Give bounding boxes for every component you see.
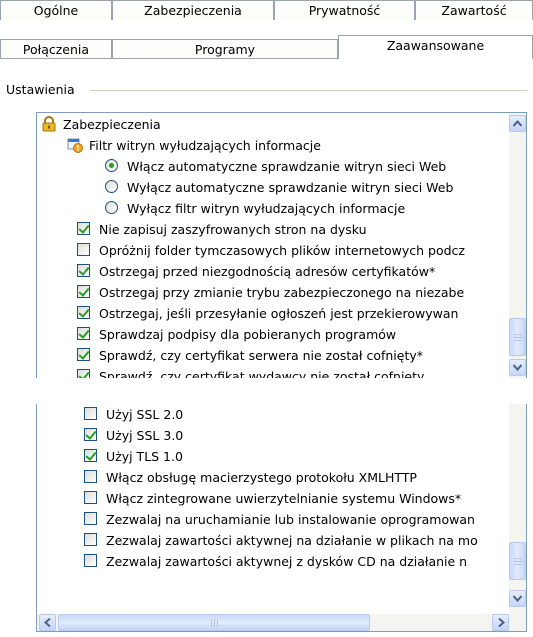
grip-line <box>514 564 522 565</box>
option-label: Użyj SSL 3.0 <box>106 428 184 443</box>
option-label: Zabezpieczenia <box>63 117 161 132</box>
option-label: Zezwalaj zawartości aktywnej z dysków CD… <box>106 554 468 569</box>
checkbox[interactable] <box>77 306 90 319</box>
vertical-scrollbar[interactable] <box>509 404 526 615</box>
radio-button[interactable] <box>105 201 118 214</box>
scroll-right-button[interactable] <box>492 614 509 631</box>
vertical-scrollbar[interactable] <box>509 113 526 378</box>
option-label: Użyj TLS 1.0 <box>106 449 183 464</box>
checkbox[interactable] <box>77 264 90 277</box>
settings-list-top[interactable]: Zabezpieczenia Filtr witryn wyłudzających… <box>36 112 527 378</box>
checkbox[interactable] <box>77 327 90 340</box>
checkbox[interactable] <box>77 243 90 256</box>
option-label: Wyłącz automatyczne sprawdzanie witryn s… <box>127 180 454 195</box>
arrow-right-icon <box>498 618 505 627</box>
option-label: Sprawdź, czy certyfikat wydawcy nie zost… <box>99 369 425 378</box>
checkbox[interactable] <box>77 369 90 378</box>
settings-list-bottom[interactable]: Użyj SSL 2.0 Użyj SSL 3.0 Użyj TLS 1.0 Włąc… <box>36 404 527 632</box>
radio-button[interactable] <box>105 159 118 172</box>
option-label: Filtr witryn wyłudzających informacje <box>89 138 321 153</box>
option-label: Włącz automatyczne sprawdzanie witryn si… <box>127 159 447 174</box>
option-label: Ostrzegaj przy zmianie trybu zabezpieczo… <box>99 285 465 300</box>
checkbox[interactable] <box>84 428 97 441</box>
option-label: Wyłącz filtr witryn wyłudzających inform… <box>127 201 406 216</box>
checkbox[interactable] <box>77 348 90 361</box>
tab-ogolne[interactable]: Ogólne <box>0 0 112 20</box>
grip-line <box>217 619 218 627</box>
grip-line <box>514 558 522 559</box>
radio-button[interactable] <box>105 180 118 193</box>
checkbox[interactable] <box>84 554 97 567</box>
checkbox[interactable] <box>84 470 97 483</box>
option-label: Sprawdzaj podpisy dla pobieranych progra… <box>99 327 397 342</box>
arrow-left-icon <box>44 618 51 627</box>
scroll-corner <box>509 614 526 631</box>
option-label: Opróżnij folder tymczasowych plików inte… <box>99 243 465 258</box>
tab-zaawansowane[interactable]: Zaawansowane <box>338 35 533 59</box>
checkbox[interactable] <box>77 285 90 298</box>
settings-group-label: Ustawienia <box>6 82 81 97</box>
option-label: Zezwalaj na uruchamianie lub instalowani… <box>106 512 475 527</box>
lock-icon <box>41 116 57 132</box>
option-label: Użyj SSL 2.0 <box>106 407 184 422</box>
checkbox[interactable] <box>84 512 97 525</box>
grip-line <box>514 561 522 562</box>
grip-line <box>514 337 522 338</box>
checkbox[interactable] <box>84 449 97 462</box>
option-label: Zezwalaj zawartości aktywnej na działani… <box>106 533 478 548</box>
scroll-up-button[interactable] <box>509 115 526 132</box>
checkbox[interactable] <box>84 491 97 504</box>
option-label: Nie zapisuj zaszyfrowanych stron na dysk… <box>99 222 367 237</box>
checkbox[interactable] <box>84 533 97 546</box>
phishing-filter-icon <box>67 137 83 153</box>
checkbox[interactable] <box>84 407 97 420</box>
scroll-thumb[interactable] <box>509 542 526 580</box>
option-label: Sprawdź, czy certyfikat serwera nie zost… <box>99 348 424 363</box>
arrow-up-icon <box>513 120 522 127</box>
arrow-down-icon <box>513 595 522 602</box>
tab-prywatnosc[interactable]: Prywatność <box>274 0 415 20</box>
option-label: Ostrzegaj przed niezgodnością adresów ce… <box>99 264 436 279</box>
arrow-down-icon <box>513 364 522 371</box>
grip-line <box>514 334 522 335</box>
scroll-thumb[interactable] <box>509 318 526 356</box>
tab-polaczenia[interactable]: Połączenia <box>0 39 112 59</box>
settings-group-line <box>90 90 527 91</box>
grip-line <box>211 619 212 627</box>
horizontal-scrollbar[interactable] <box>37 614 511 631</box>
tab-programy[interactable]: Programy <box>112 39 338 59</box>
option-label: Włącz zintegrowane uwierzytelnianie syst… <box>106 491 462 506</box>
tab-zawartosc[interactable]: Zawartość <box>415 0 533 20</box>
option-label: Ostrzegaj, jeśli przesyłanie ogłoszeń je… <box>99 306 459 321</box>
checkbox[interactable] <box>77 222 90 235</box>
scroll-left-button[interactable] <box>39 614 56 631</box>
scroll-down-button[interactable] <box>509 590 526 607</box>
grip-line <box>514 340 522 341</box>
tab-zabezpieczenia[interactable]: Zabezpieczenia <box>112 0 274 20</box>
horizontal-scroll-thumb[interactable] <box>58 614 370 631</box>
scroll-down-button[interactable] <box>509 359 526 376</box>
grip-line <box>214 619 215 627</box>
option-label: Włącz obsługę macierzystego protokołu XM… <box>106 470 417 485</box>
